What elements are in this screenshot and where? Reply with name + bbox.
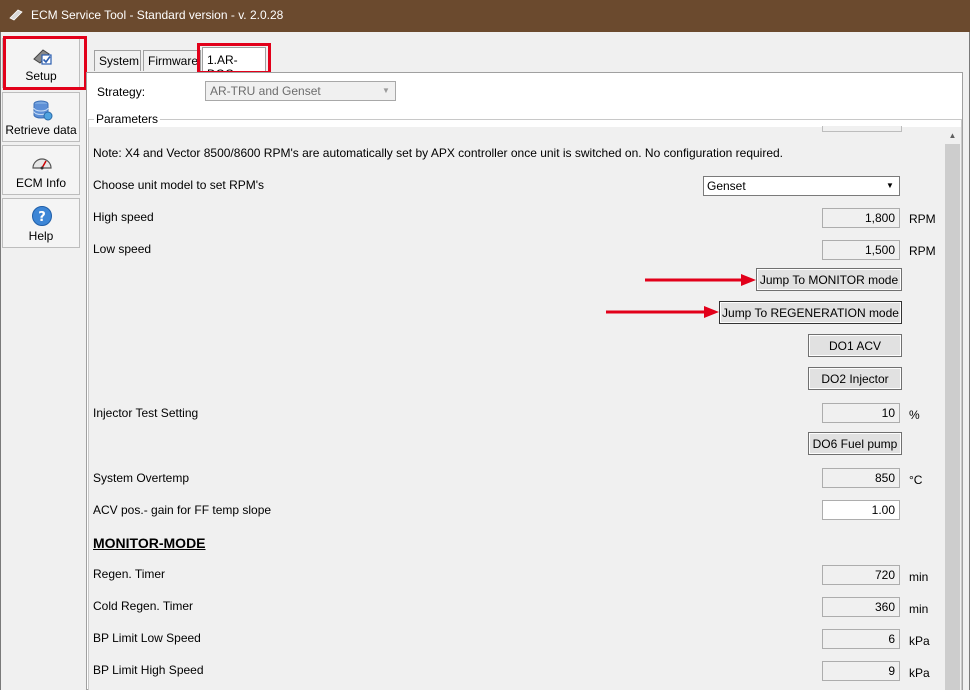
tab-label: System [99,54,140,68]
jump-to-monitor-button[interactable]: Jump To MONITOR mode [756,268,902,291]
high-speed-label: High speed [93,210,154,224]
tab-system[interactable]: System [94,50,141,71]
low-speed-unit: RPM [909,244,936,258]
rpm-note: Note: X4 and Vector 8500/8600 RPM's are … [93,146,784,160]
sidebar-item-label: Retrieve data [5,123,77,137]
sidebar-item-label: Help [28,229,54,243]
bp-high-input[interactable]: 9 [822,661,900,681]
unit-model-label: Choose unit model to set RPM's [93,178,265,192]
sidebar-item-help[interactable]: ? Help [2,198,80,248]
help-icon: ? [32,206,52,226]
do6-fuel-pump-button[interactable]: DO6 Fuel pump [808,432,902,455]
low-speed-input[interactable]: 1,500 [822,240,900,260]
unit-model-value: Genset [707,179,746,193]
do2-injector-button[interactable]: DO2 Injector [808,367,902,390]
window-title: ECM Service Tool - Standard version - v.… [31,8,284,22]
acv-gain-input[interactable]: 1.00 [822,500,900,520]
injector-test-unit: % [909,408,920,422]
red-arrow-monitor-icon [645,274,756,286]
tab-label: Firmware [148,54,198,68]
scroll-up-icon[interactable]: ▲ [944,127,961,144]
system-overtemp-label: System Overtemp [93,471,190,485]
chevron-down-icon: ▼ [886,181,894,190]
strategy-value: AR-TRU and Genset [210,84,321,98]
red-arrow-regeneration-icon [606,306,719,318]
app-icon [9,9,23,21]
regen-timer-input[interactable]: 720 [822,565,900,585]
tab-firmware[interactable]: Firmware [143,50,201,71]
sidebar-item-label: ECM Info [15,176,66,190]
bp-high-unit: kPa [909,666,930,680]
acv-gain-label: ACV pos.- gain for FF temp slope [93,503,272,517]
highlight-setup [3,36,87,90]
cold-regen-timer-input[interactable]: 360 [822,597,900,617]
high-speed-input[interactable]: 1,800 [822,208,900,228]
cold-regen-timer-label: Cold Regen. Timer [93,599,194,613]
regen-timer-label: Regen. Timer [93,567,166,581]
high-speed-unit: RPM [909,212,936,226]
low-speed-label: Low speed [93,242,152,256]
sidebar-item-retrieve-data[interactable]: Retrieve data [2,92,80,142]
scroll-thumb[interactable] [945,144,960,690]
title-bar: ECM Service Tool - Standard version - v.… [0,0,970,32]
database-icon [33,100,53,121]
chevron-down-icon: ▼ [382,86,390,95]
vertical-scrollbar[interactable]: ▲ [944,127,961,690]
system-overtemp-input[interactable]: 850 [822,468,900,488]
system-overtemp-unit: °C [909,473,923,487]
regen-timer-unit: min [909,570,929,584]
parameters-legend: Parameters [94,112,161,126]
monitor-mode-heading: MONITOR-MODE [93,535,206,551]
svg-text:?: ? [38,210,46,225]
bp-high-label: BP Limit High Speed [93,663,204,677]
jump-to-regeneration-button[interactable]: Jump To REGENERATION mode [719,301,902,324]
gauge-icon [32,158,52,170]
do1-acv-button[interactable]: DO1 ACV [808,334,902,357]
partial-field-above [822,126,902,132]
cold-regen-timer-unit: min [909,602,929,616]
unit-model-select[interactable]: Genset ▼ [703,176,900,196]
injector-test-input[interactable]: 10 [822,403,900,423]
injector-test-label: Injector Test Setting [93,406,199,420]
bp-low-unit: kPa [909,634,930,648]
parameters-scroll-area [89,127,944,690]
sidebar-item-ecm-info[interactable]: ECM Info [2,145,80,195]
highlight-ar-doc-tab [197,43,271,74]
bp-low-label: BP Limit Low Speed [93,631,201,645]
strategy-select[interactable]: AR-TRU and Genset ▼ [205,81,396,101]
strategy-label: Strategy: [97,85,146,99]
bp-low-input[interactable]: 6 [822,629,900,649]
